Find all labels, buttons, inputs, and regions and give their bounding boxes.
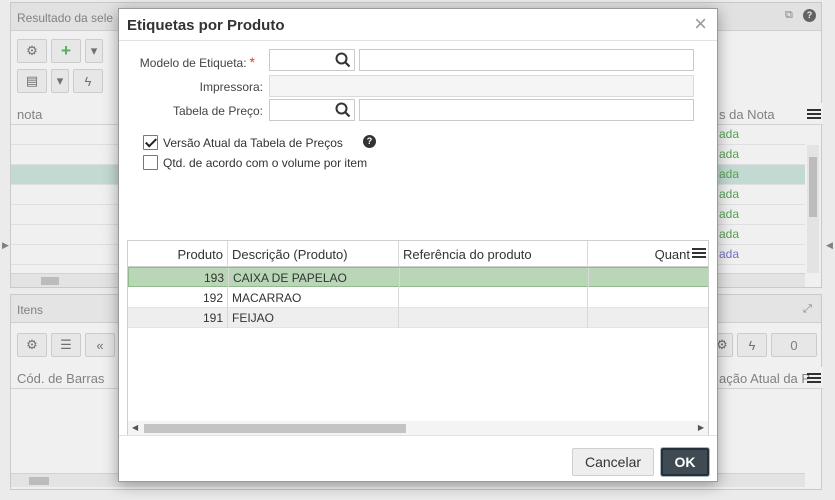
cell-referencia (400, 268, 589, 288)
products-grid-header: Produto Descrição (Produto) Referência d… (128, 241, 708, 267)
scroll-left-arrow-icon[interactable]: ◀ (132, 423, 138, 432)
required-asterisk: * (249, 54, 255, 70)
search-icon[interactable] (334, 51, 352, 69)
cell-descricao: FEIJAO (228, 308, 399, 328)
products-h-scrollbar[interactable]: ◀ ▶ (128, 421, 708, 435)
col-descricao[interactable]: Descrição (Produto) (228, 241, 399, 267)
price-table-field-label: Tabela de Preço: (172, 104, 263, 118)
ok-button[interactable]: OK (661, 448, 709, 476)
cell-descricao: MACARRAO (228, 288, 399, 308)
cell-produto: 191 (128, 308, 228, 328)
dialog-title: Etiquetas por Produto (127, 17, 285, 34)
label-model-field-label: Modelo de Etiqueta: * (139, 54, 255, 70)
product-row[interactable]: 192 MACARRAO (128, 288, 708, 308)
col-quantidade[interactable]: Quant (588, 241, 692, 267)
cell-quantidade[interactable] (588, 308, 708, 328)
product-row-selected[interactable]: 193 CAIXA DE PAPELAO (128, 267, 708, 288)
cell-referencia (399, 288, 588, 308)
grid-menu-icon[interactable] (692, 248, 706, 260)
label-model-description-input[interactable] (359, 49, 694, 71)
cell-quantidade[interactable] (589, 268, 708, 288)
price-table-description-input[interactable] (359, 99, 694, 121)
products-grid: Produto Descrição (Produto) Referência d… (127, 240, 709, 436)
cell-descricao: CAIXA DE PAPELAO (229, 268, 400, 288)
dialog-footer: Cancelar OK (119, 435, 717, 481)
current-price-table-label[interactable]: Versão Atual da Tabela de Preços (163, 136, 343, 150)
price-table-code-input[interactable] (269, 99, 355, 121)
label-model-code-input[interactable] (269, 49, 355, 71)
printer-field-label: Impressora: (199, 80, 263, 94)
scroll-right-arrow-icon[interactable]: ▶ (698, 423, 704, 432)
cell-produto: 193 (129, 268, 229, 288)
dialog-title-bar: Etiquetas por Produto × (119, 9, 717, 41)
search-icon[interactable] (334, 101, 352, 119)
cancel-button[interactable]: Cancelar (572, 448, 654, 476)
cell-produto: 192 (128, 288, 228, 308)
product-row[interactable]: 191 FEIJAO (128, 308, 708, 328)
col-produto[interactable]: Produto (128, 241, 228, 267)
qty-by-volume-label[interactable]: Qtd. de acordo com o volume por item (163, 156, 367, 170)
help-icon[interactable]: ? (363, 135, 376, 148)
close-icon[interactable]: × (694, 13, 707, 35)
col-referencia[interactable]: Referência do produto (399, 241, 588, 267)
current-price-table-checkbox[interactable] (143, 135, 158, 150)
printer-input (269, 75, 694, 97)
products-h-scroll-thumb[interactable] (144, 424, 406, 433)
cell-quantidade[interactable] (588, 288, 708, 308)
qty-by-volume-checkbox[interactable] (143, 155, 158, 170)
cell-referencia (399, 308, 588, 328)
labels-by-product-dialog: Etiquetas por Produto × Modelo de Etique… (118, 8, 718, 482)
